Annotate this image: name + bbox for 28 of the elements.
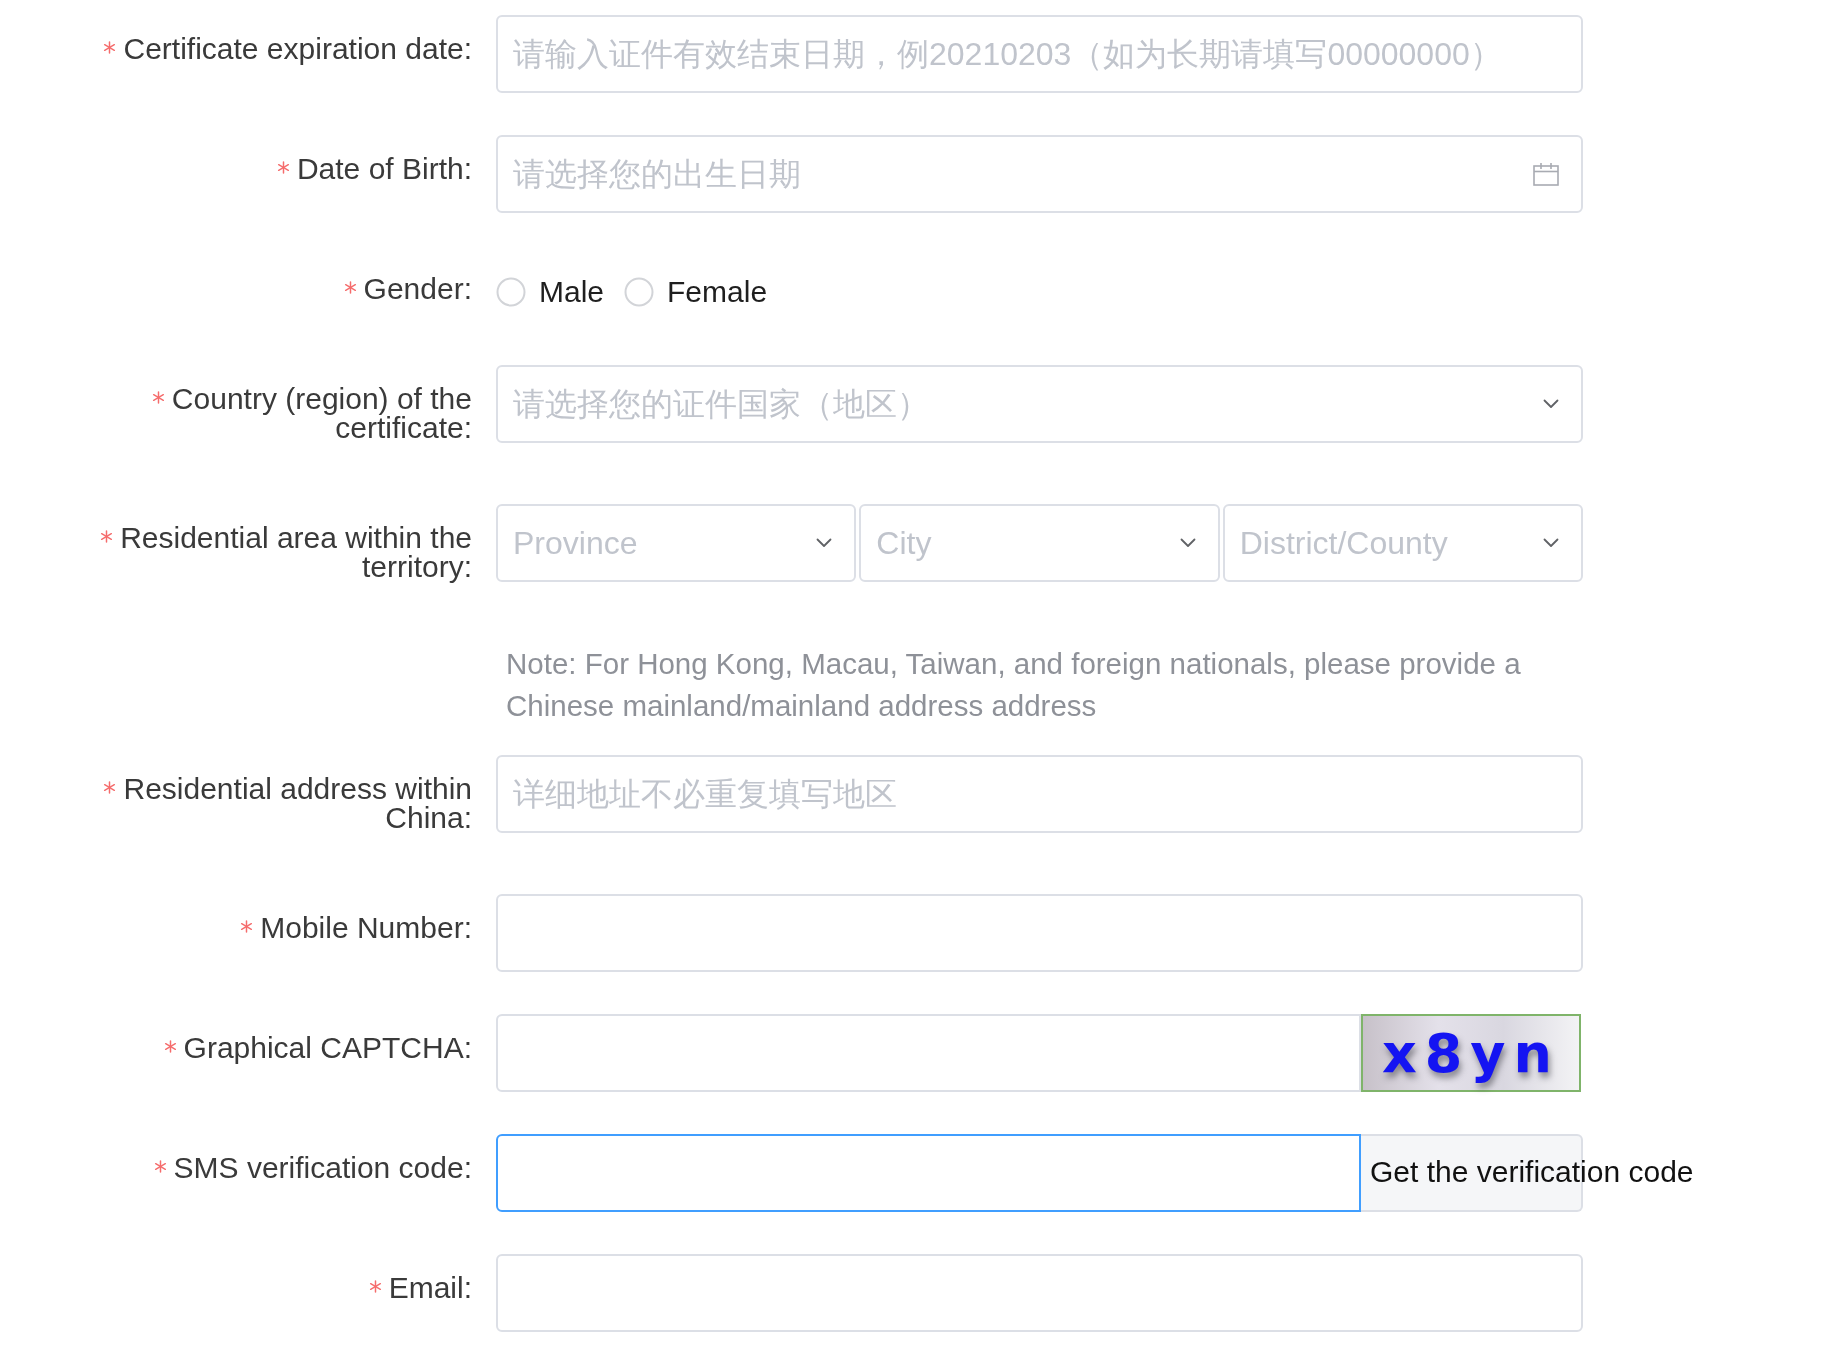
field-label: Date of Birth: <box>296 152 472 185</box>
get-code-button[interactable]: Get the verification code <box>1361 1134 1694 1212</box>
text-field[interactable] <box>496 1134 1361 1212</box>
select-field[interactable]: District/County <box>1222 504 1583 582</box>
date-field[interactable]: 请选择您的出生日期 <box>496 135 1583 213</box>
calendar-icon <box>1533 162 1559 186</box>
radio-circle-icon[interactable] <box>624 277 655 307</box>
field-label: Gender: <box>363 272 472 305</box>
select-field[interactable]: 请选择您的证件国家（地区） <box>496 365 1583 443</box>
field-label: Country (region) of the certificate: <box>171 382 472 444</box>
field-label: Email: <box>388 1271 472 1304</box>
field-label: SMS verification code: <box>173 1151 472 1184</box>
field-label: Mobile Number: <box>260 911 472 944</box>
chevron-down-icon <box>1543 399 1559 409</box>
radio-circle-icon[interactable] <box>496 277 526 307</box>
chevron-down-icon <box>816 538 833 548</box>
note-text: Note: For Hong Kong, Macau, Taiwan, and foreign nationals, please provide a Chinese mainland/mainland address address <box>505 646 1522 724</box>
radio-option[interactable]: Male <box>496 277 605 307</box>
field-label: Certificate expiration date: <box>123 32 472 65</box>
field-label: Residential area within the territory: <box>120 521 472 583</box>
field-label: Residential address within China: <box>123 772 472 834</box>
radio-option[interactable]: Female <box>624 277 768 307</box>
select-field[interactable]: Province <box>496 504 857 582</box>
chevron-down-icon <box>1179 538 1196 548</box>
select-field[interactable]: City <box>859 504 1220 582</box>
field-label: Graphical CAPTCHA: <box>183 1031 472 1064</box>
chevron-down-icon <box>1543 538 1559 548</box>
captcha-image[interactable]: x8yn <box>1361 1014 1581 1092</box>
